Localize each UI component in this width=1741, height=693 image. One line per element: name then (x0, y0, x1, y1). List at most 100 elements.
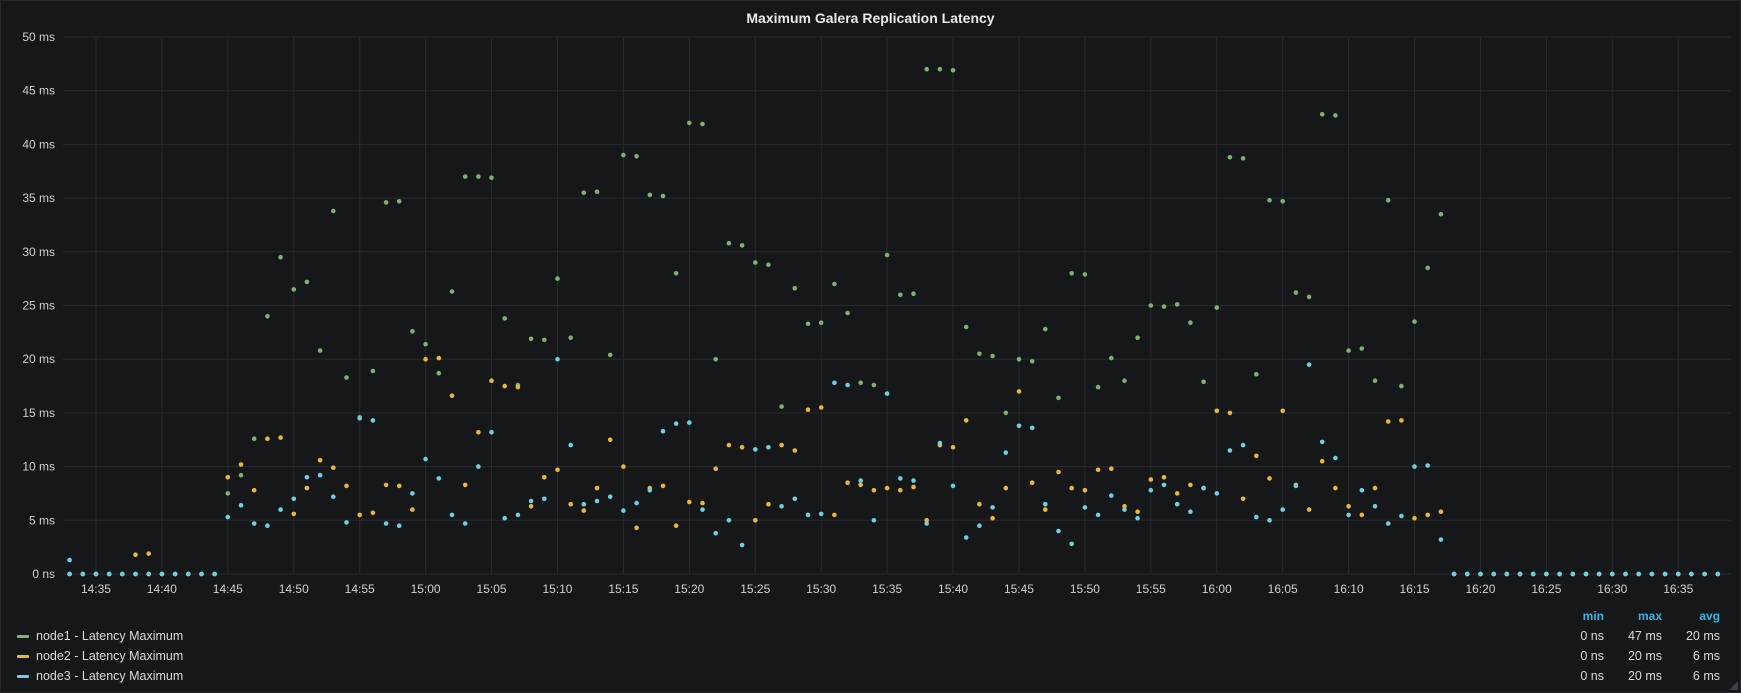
x-axis-tick-label: 15:25 (740, 582, 770, 596)
y-axis-tick-label: 15 ms (22, 406, 55, 420)
data-point (239, 503, 244, 508)
data-point (133, 552, 138, 557)
x-axis-tick-label: 15:35 (872, 582, 902, 596)
data-point (1228, 411, 1233, 416)
x-axis-tick-label: 16:05 (1268, 582, 1298, 596)
data-point (1280, 507, 1285, 512)
data-point (278, 435, 283, 440)
data-point (1689, 572, 1694, 577)
data-point (146, 572, 151, 577)
y-axis-tick-label: 50 ms (22, 30, 55, 44)
data-point (67, 558, 72, 563)
data-point (845, 383, 850, 388)
legend-stat-avg: 20 ms (1662, 629, 1720, 643)
legend-series-label[interactable]: node1 - Latency Maximum (36, 629, 183, 643)
data-point (1716, 572, 1721, 577)
data-point (1491, 572, 1496, 577)
data-point (845, 311, 850, 316)
data-point (1531, 572, 1536, 577)
data-point (964, 535, 969, 540)
data-point (1518, 572, 1523, 577)
data-point (674, 271, 679, 276)
data-point (687, 500, 692, 505)
data-point (568, 502, 573, 507)
data-point (608, 438, 613, 443)
legend-header-avg[interactable]: avg (1662, 609, 1720, 623)
data-point (1386, 198, 1391, 203)
y-axis-tick-label: 10 ms (22, 460, 55, 474)
data-point (1149, 303, 1154, 308)
legend-series-label[interactable]: node3 - Latency Maximum (36, 669, 183, 683)
data-point (1465, 572, 1470, 577)
data-point (1320, 459, 1325, 464)
data-point (872, 383, 877, 388)
data-point (1254, 515, 1259, 520)
data-point (1017, 357, 1022, 362)
x-axis-tick-label: 15:45 (1004, 582, 1034, 596)
y-axis-tick-label: 35 ms (22, 191, 55, 205)
x-axis-tick-label: 15:40 (938, 582, 968, 596)
data-point (146, 551, 151, 556)
data-point (212, 572, 217, 577)
data-point (555, 468, 560, 473)
data-point (582, 502, 587, 507)
data-point (1215, 409, 1220, 414)
legend-series-label[interactable]: node2 - Latency Maximum (36, 649, 183, 663)
data-point (648, 193, 653, 198)
data-point (740, 445, 745, 450)
data-point (226, 491, 231, 496)
graph-panel: Maximum Galera Replication Latency 0 ns5… (0, 0, 1741, 693)
data-point (832, 282, 837, 287)
legend-header-max[interactable]: max (1604, 609, 1662, 623)
legend-color-icon[interactable] (17, 655, 29, 658)
data-point (265, 523, 270, 528)
data-point (740, 543, 745, 548)
data-point (621, 508, 626, 513)
legend-header-min[interactable]: min (1546, 609, 1604, 623)
data-point (779, 504, 784, 509)
data-point (397, 523, 402, 528)
data-point (1109, 356, 1114, 361)
data-point (516, 513, 521, 518)
x-axis-tick-label: 15:20 (674, 582, 704, 596)
legend: minmaxavgnode1 - Latency Maximum0 ns47 m… (17, 606, 1720, 686)
legend-color-icon[interactable] (17, 675, 29, 678)
data-point (608, 494, 613, 499)
data-point (1215, 305, 1220, 310)
data-point (977, 502, 982, 507)
panel-resize-handle-icon[interactable] (1729, 681, 1738, 690)
data-point (1320, 112, 1325, 117)
legend-stat-max: 20 ms (1604, 669, 1662, 683)
chart-plot-area[interactable]: 0 ns5 ms10 ms15 ms20 ms25 ms30 ms35 ms40… (1, 1, 1741, 693)
legend-color-icon[interactable] (17, 635, 29, 638)
data-point (634, 154, 639, 159)
data-point (226, 475, 231, 480)
data-point (1043, 327, 1048, 332)
data-point (806, 513, 811, 518)
data-point (1069, 486, 1074, 491)
x-axis-tick-label: 16:25 (1531, 582, 1561, 596)
data-point (964, 418, 969, 423)
data-point (1360, 346, 1365, 351)
data-point (1307, 295, 1312, 300)
data-point (1280, 409, 1285, 414)
data-point (766, 502, 771, 507)
data-point (1175, 302, 1180, 307)
data-point (1004, 411, 1009, 416)
legend-row-node3: node3 - Latency Maximum0 ns20 ms6 ms (17, 666, 1720, 686)
data-point (173, 572, 178, 577)
data-point (1307, 362, 1312, 367)
data-point (489, 175, 494, 180)
data-point (661, 484, 666, 489)
data-point (793, 497, 798, 502)
data-point (898, 488, 903, 493)
data-point (1162, 475, 1167, 480)
data-point (1425, 513, 1430, 518)
y-axis-tick-label: 40 ms (22, 137, 55, 151)
data-point (278, 507, 283, 512)
data-point (489, 430, 494, 435)
y-axis-tick-label: 0 ns (32, 567, 55, 581)
data-point (357, 513, 362, 518)
data-point (700, 507, 705, 512)
data-point (713, 531, 718, 536)
